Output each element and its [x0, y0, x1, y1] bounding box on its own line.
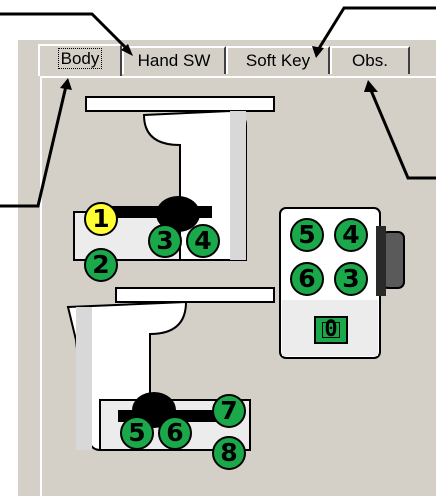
side-button-3[interactable]: 3	[334, 262, 368, 296]
button-8[interactable]: 8	[212, 436, 246, 470]
button-7[interactable]: 7	[212, 394, 246, 428]
side-button-5[interactable]: 5	[290, 218, 324, 252]
button-1[interactable]: 1	[84, 202, 118, 236]
button-4[interactable]: 4	[186, 224, 220, 258]
button-3[interactable]: 3	[148, 224, 182, 258]
button-6[interactable]: 6	[158, 416, 192, 450]
button-2[interactable]: 2	[84, 248, 118, 282]
button-5[interactable]: 5	[120, 416, 154, 450]
zero-key[interactable]: 0	[314, 316, 348, 344]
side-button-4[interactable]: 4	[334, 218, 368, 252]
side-button-6[interactable]: 6	[290, 262, 324, 296]
